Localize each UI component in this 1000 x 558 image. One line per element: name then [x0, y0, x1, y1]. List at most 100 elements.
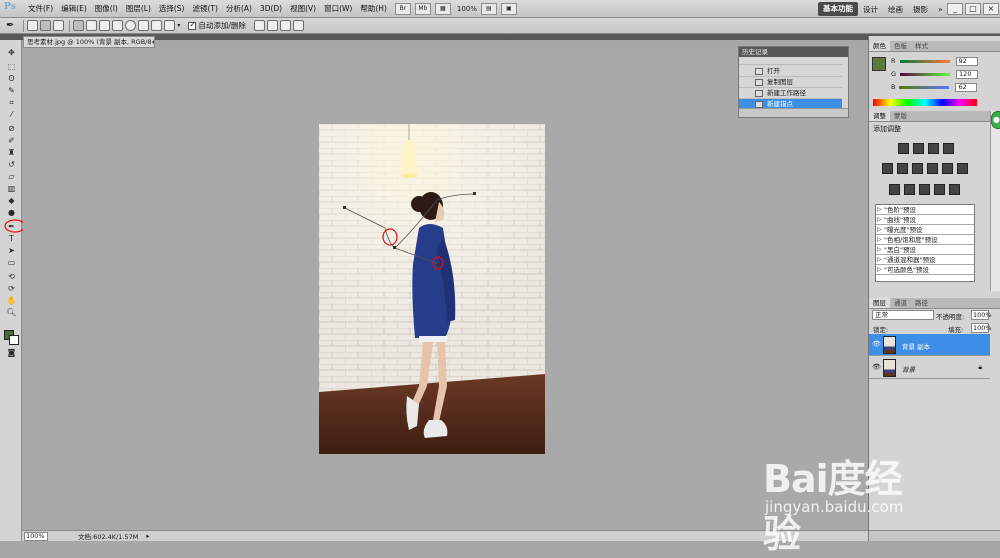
- tab-masks[interactable]: 蒙版: [890, 111, 911, 121]
- workspace-design[interactable]: 设计: [858, 4, 883, 15]
- channel-mixer-icon[interactable]: [957, 163, 968, 174]
- lasso-tool-icon[interactable]: ʘ: [6, 74, 17, 83]
- layer-row[interactable]: 👁︎ 背景 🔒︎: [869, 357, 990, 379]
- freeform-pen-button[interactable]: [86, 20, 98, 31]
- preset-selective-color[interactable]: "可选颜色"预设: [876, 265, 974, 275]
- history-snapshot[interactable]: [739, 58, 842, 65]
- arrange-button[interactable]: ▤: [480, 2, 497, 15]
- exposure-icon[interactable]: [943, 143, 954, 154]
- menu-image[interactable]: 图像(I): [91, 3, 122, 14]
- panel-scrollbar[interactable]: [990, 111, 1000, 291]
- path-selection-tool-icon[interactable]: ➤: [6, 246, 17, 255]
- pen-mode-button[interactable]: [73, 20, 85, 31]
- menu-view[interactable]: 视图(V): [286, 3, 320, 14]
- tab-layers[interactable]: 图层: [869, 298, 890, 308]
- close-button[interactable]: ×: [983, 3, 999, 15]
- eye-icon[interactable]: 👁︎: [872, 341, 881, 348]
- color-spectrum-bar[interactable]: [873, 99, 977, 106]
- invert-icon[interactable]: [889, 184, 900, 195]
- menu-help[interactable]: 帮助(H): [356, 3, 391, 14]
- document-photo[interactable]: [319, 124, 545, 454]
- menu-file[interactable]: 文件(F): [24, 3, 57, 14]
- hand-tool-icon[interactable]: ✋: [6, 296, 17, 305]
- dodge-tool-icon[interactable]: ●: [6, 208, 17, 217]
- path-intersect-button[interactable]: [279, 20, 291, 31]
- tab-paths[interactable]: 路径: [911, 298, 932, 308]
- history-item[interactable]: 复制图层: [739, 77, 842, 88]
- menu-filter[interactable]: 滤镜(T): [189, 3, 222, 14]
- black-white-icon[interactable]: [927, 163, 938, 174]
- brightness-icon[interactable]: [898, 143, 909, 154]
- pen-tool-icon[interactable]: ✒: [6, 20, 14, 31]
- color-swatch[interactable]: [872, 57, 886, 71]
- shape-options-dropdown-icon[interactable]: ▾: [177, 22, 180, 29]
- green-slider[interactable]: [900, 72, 951, 76]
- tab-adjustments[interactable]: 调整: [869, 111, 890, 121]
- menu-layer[interactable]: 图层(L): [122, 3, 155, 14]
- photo-filter-icon[interactable]: [942, 163, 953, 174]
- tab-styles[interactable]: 样式: [911, 41, 932, 51]
- move-tool-icon[interactable]: ✥: [6, 48, 17, 57]
- selective-color-icon[interactable]: [949, 184, 960, 195]
- 3d-rotate-tool-icon[interactable]: ⟲: [6, 272, 17, 281]
- workspace-painting[interactable]: 绘画: [883, 4, 908, 15]
- path-add-button[interactable]: [253, 20, 265, 31]
- menu-analysis[interactable]: 分析(A): [222, 3, 256, 14]
- blur-tool-icon[interactable]: ◆: [6, 196, 17, 205]
- color-balance-icon[interactable]: [912, 163, 923, 174]
- workspace-photography[interactable]: 摄影: [908, 4, 933, 15]
- healing-brush-tool-icon[interactable]: ⊘: [6, 124, 17, 133]
- red-slider[interactable]: [899, 59, 950, 63]
- eraser-tool-icon[interactable]: ▱: [6, 172, 17, 181]
- path-exclude-button[interactable]: [292, 20, 304, 31]
- marquee-tool-icon[interactable]: ⬚: [6, 62, 17, 71]
- crop-tool-icon[interactable]: ⌗: [6, 98, 17, 107]
- minibridge-button[interactable]: Mb: [414, 2, 431, 15]
- rounded-rect-shape-button[interactable]: [112, 20, 124, 31]
- menu-window[interactable]: 窗口(W): [320, 3, 356, 14]
- eye-icon[interactable]: 👁︎: [872, 364, 881, 371]
- levels-icon[interactable]: [913, 143, 924, 154]
- green-value-input[interactable]: 120: [956, 69, 979, 79]
- status-zoom[interactable]: 100%: [24, 531, 48, 541]
- blue-value-input[interactable]: 62: [955, 82, 978, 92]
- shape-layers-button[interactable]: [27, 20, 39, 31]
- opacity-input[interactable]: 100%: [971, 310, 992, 320]
- rectangle-shape-button[interactable]: [99, 20, 111, 31]
- threshold-icon[interactable]: [919, 184, 930, 195]
- auto-add-delete-checkbox[interactable]: [188, 20, 197, 30]
- preset-channel-mixer[interactable]: "通道混和器"预设: [876, 255, 974, 265]
- shape-tool-icon[interactable]: ▭: [6, 258, 17, 267]
- line-shape-button[interactable]: [151, 20, 163, 31]
- hue-saturation-icon[interactable]: [897, 163, 908, 174]
- custom-shape-button[interactable]: [164, 20, 176, 31]
- tab-color[interactable]: 颜色: [869, 41, 890, 51]
- brush-tool-icon[interactable]: ✐: [6, 136, 17, 145]
- workspace-essentials[interactable]: 基本功能: [818, 2, 858, 16]
- menu-select[interactable]: 选择(S): [155, 3, 189, 14]
- bridge-button[interactable]: Br: [394, 2, 411, 15]
- red-value-input[interactable]: 92: [955, 56, 978, 66]
- menu-edit[interactable]: 编辑(E): [57, 3, 91, 14]
- 3d-orbit-tool-icon[interactable]: ⟳: [6, 284, 17, 293]
- preset-hue-saturation[interactable]: "色相/饱和度"预设: [876, 235, 974, 245]
- blend-mode-select[interactable]: 正常: [872, 310, 934, 320]
- tab-channels[interactable]: 通道: [890, 298, 911, 308]
- path-subtract-button[interactable]: [266, 20, 278, 31]
- background-color-swatch[interactable]: [9, 335, 19, 345]
- quick-select-tool-icon[interactable]: ✎: [6, 86, 17, 95]
- status-menu-arrow-icon[interactable]: ▸: [146, 532, 149, 540]
- tab-swatches[interactable]: 色板: [890, 41, 911, 51]
- history-item[interactable]: 打开: [739, 66, 842, 77]
- extras-button[interactable]: ▦: [434, 2, 451, 15]
- clone-stamp-tool-icon[interactable]: ♜: [6, 148, 17, 157]
- zoom-level[interactable]: 100%: [457, 5, 477, 13]
- vibrance-icon[interactable]: [882, 163, 893, 174]
- polygon-shape-button[interactable]: [138, 20, 150, 31]
- screen-mode-button[interactable]: ▣: [500, 2, 517, 15]
- quick-mask-icon[interactable]: ◙: [6, 348, 17, 357]
- menu-3d[interactable]: 3D(D): [256, 4, 286, 13]
- history-item[interactable]: 新建工作路径: [739, 88, 842, 99]
- curves-icon[interactable]: [928, 143, 939, 154]
- zoom-tool-icon[interactable]: 🔍︎: [6, 308, 17, 317]
